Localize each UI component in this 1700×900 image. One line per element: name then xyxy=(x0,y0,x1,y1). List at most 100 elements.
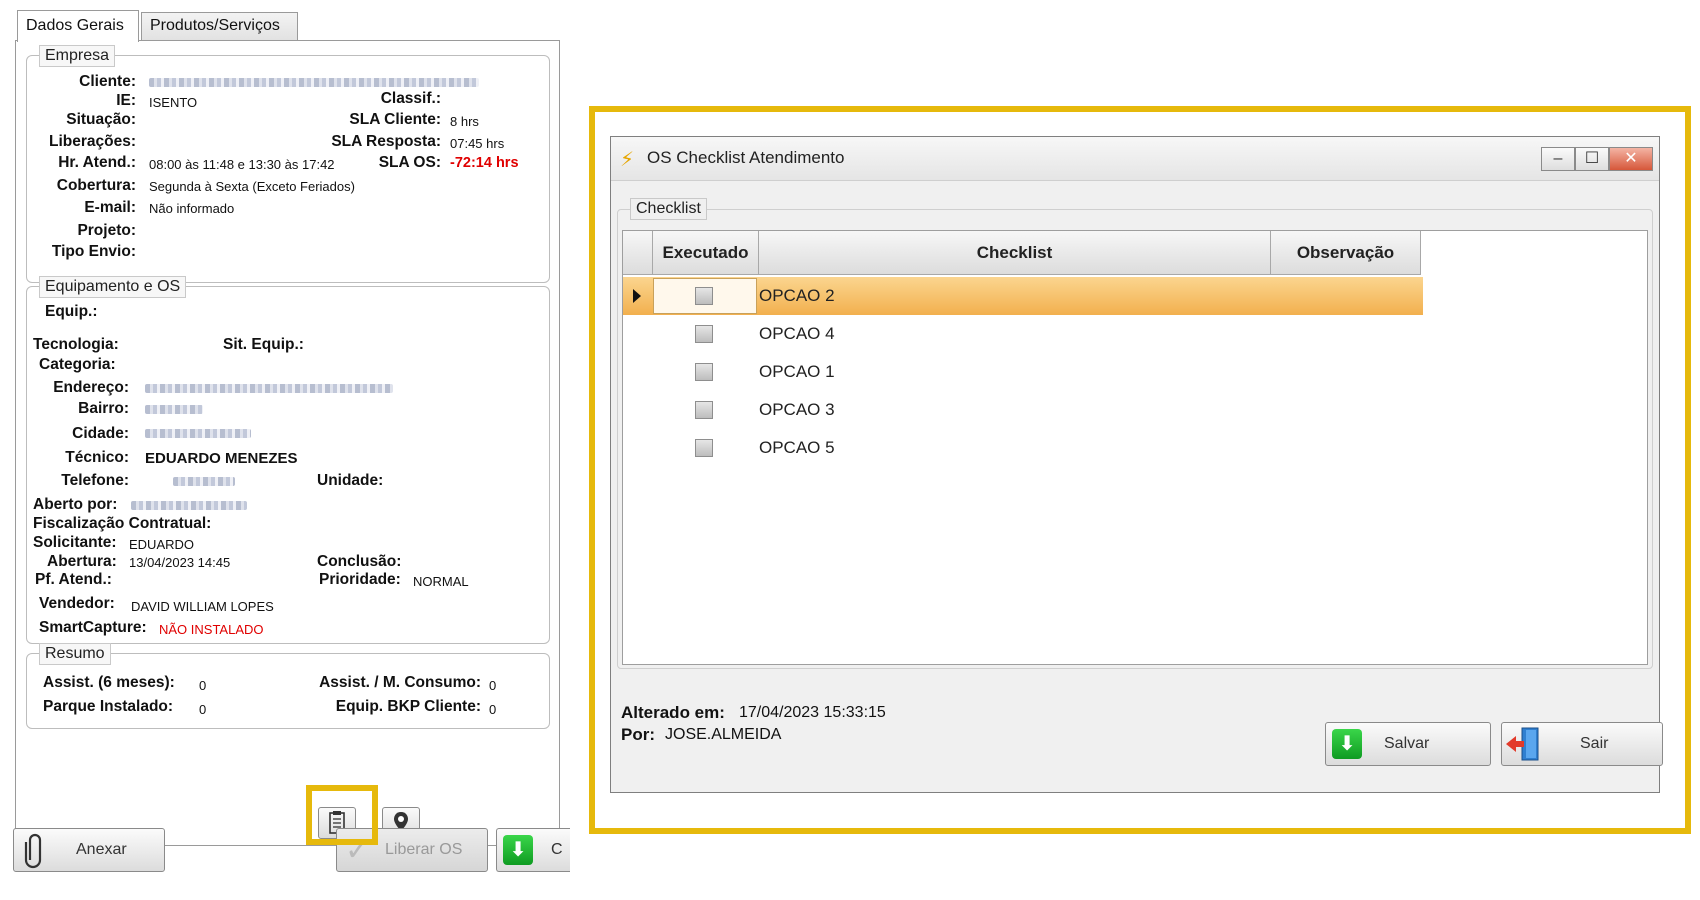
sla-os-label: SLA OS: xyxy=(378,154,441,171)
email-value: Não informado xyxy=(149,201,235,216)
hr-atend-label: Hr. Atend.: xyxy=(58,154,136,171)
checklist-group-title: Checklist xyxy=(630,198,707,220)
email-label: E-mail: xyxy=(84,199,136,216)
parque-label: Parque Instalado: xyxy=(43,698,174,715)
sit-equip-label: Sit. Equip.: xyxy=(223,336,304,353)
checklist-grid: Executado Checklist Observação OPCAO 2 O… xyxy=(622,230,1648,665)
table-row[interactable]: OPCAO 5 xyxy=(623,429,1423,467)
close-button[interactable]: ✕ xyxy=(1609,147,1653,171)
sla-resposta-value: 07:45 hrs xyxy=(450,136,505,151)
tab-dados-gerais[interactable]: Dados Gerais xyxy=(17,10,139,42)
checklist-dialog: ⚡ OS Checklist Atendimento – ☐ ✕ Checkli… xyxy=(610,136,1663,793)
liberar-os-label: Liberar OS xyxy=(385,841,463,858)
column-checklist[interactable]: Checklist xyxy=(759,231,1271,275)
parque-value: 0 xyxy=(199,702,207,717)
executado-checkbox[interactable] xyxy=(695,401,713,419)
categoria-label: Categoria: xyxy=(39,356,116,373)
executado-checkbox[interactable] xyxy=(695,363,713,381)
sla-cliente-label: SLA Cliente: xyxy=(349,111,441,128)
sla-os-value: -72:14 hrs xyxy=(450,155,519,171)
prioridade-label: Prioridade: xyxy=(319,571,401,588)
cobertura-value: Segunda à Sexta (Exceto Feriados) xyxy=(149,179,355,194)
tipo-envio-label: Tipo Envio: xyxy=(51,243,136,260)
table-row[interactable]: OPCAO 4 xyxy=(623,315,1423,353)
paperclip-icon xyxy=(24,833,42,869)
ie-label: IE: xyxy=(116,92,136,109)
alterado-label: Alterado em: xyxy=(621,703,725,722)
solicitante-value: EDUARDO xyxy=(129,537,195,552)
salvar-label: Salvar xyxy=(1384,735,1430,752)
dialog-title: OS Checklist Atendimento xyxy=(647,148,845,167)
executado-checkbox[interactable] xyxy=(695,325,713,343)
sair-label: Sair xyxy=(1580,735,1609,752)
empresa-group: Empresa Cliente: IE: ISENTO Classif.: Si… xyxy=(26,45,550,283)
sla-cliente-value: 8 hrs xyxy=(450,114,479,129)
checklist-item-label: OPCAO 1 xyxy=(759,362,835,381)
executado-checkbox[interactable] xyxy=(695,287,713,305)
table-row[interactable]: OPCAO 3 xyxy=(623,391,1423,429)
cliente-value-redacted xyxy=(149,78,479,87)
equipamento-group: Equipamento e OS Equip.: Tecnologia: Sit… xyxy=(26,276,550,644)
sair-button[interactable]: Sair xyxy=(1501,722,1663,766)
cobertura-label: Cobertura: xyxy=(56,177,136,194)
cidade-label: Cidade: xyxy=(72,425,129,442)
assist-consumo-label: Assist. / M. Consumo: xyxy=(319,674,481,691)
tab-content: Empresa Cliente: IE: ISENTO Classif.: Si… xyxy=(15,40,560,839)
dialog-titlebar[interactable]: ⚡ OS Checklist Atendimento – ☐ ✕ xyxy=(611,137,1659,181)
concluir-button[interactable]: ⬇ C xyxy=(496,828,570,872)
resumo-title: Resumo xyxy=(39,643,111,665)
table-row[interactable]: OPCAO 1 xyxy=(623,353,1423,391)
save-download-icon: ⬇ xyxy=(1332,729,1362,759)
assist-value: 0 xyxy=(199,678,207,693)
aberto-por-value-redacted xyxy=(131,501,247,510)
anexar-button[interactable]: Anexar xyxy=(13,828,165,872)
bkp-value: 0 xyxy=(489,702,497,717)
table-row[interactable]: OPCAO 2 xyxy=(623,277,1423,315)
conclusao-label: Conclusão: xyxy=(317,553,402,570)
alterado-value: 17/04/2023 15:33:15 xyxy=(739,704,886,721)
equip-label: Equip.: xyxy=(45,303,98,320)
tab-produtos-servicos[interactable]: Produtos/Serviços xyxy=(141,12,298,40)
maximize-button[interactable]: ☐ xyxy=(1575,147,1609,171)
bkp-label: Equip. BKP Cliente: xyxy=(335,698,481,715)
grid-row-header-corner xyxy=(623,231,653,275)
checklist-group: Checklist Executado Checklist Observação… xyxy=(617,198,1653,669)
por-label: Por: xyxy=(621,725,655,744)
prioridade-value: NORMAL xyxy=(413,574,469,589)
equipamento-title: Equipamento e OS xyxy=(39,276,187,298)
minimize-button[interactable]: – xyxy=(1541,147,1575,171)
column-executado[interactable]: Executado xyxy=(653,231,759,275)
tecnologia-label: Tecnologia: xyxy=(33,336,119,353)
assist-label: Assist. (6 meses): xyxy=(43,674,175,691)
vendedor-value: DAVID WILLIAM LOPES xyxy=(131,599,274,614)
column-observacao[interactable]: Observação xyxy=(1271,231,1421,275)
tecnico-value: EDUARDO MENEZES xyxy=(145,450,298,467)
sla-resposta-label: SLA Resposta: xyxy=(331,133,441,150)
resumo-group: Resumo Assist. (6 meses): 0 Assist. / M.… xyxy=(26,643,550,729)
abertura-value: 13/04/2023 14:45 xyxy=(129,555,231,570)
bairro-label: Bairro: xyxy=(78,400,129,417)
telefone-value-redacted xyxy=(173,477,235,486)
aberto-por-label: Aberto por: xyxy=(33,496,118,513)
ie-value: ISENTO xyxy=(149,95,198,110)
pf-atend-label: Pf. Atend.: xyxy=(35,571,112,588)
anexar-label: Anexar xyxy=(76,841,127,858)
solicitante-label: Solicitante: xyxy=(33,534,117,551)
smartcapture-label: SmartCapture: xyxy=(39,619,147,636)
liberacoes-label: Liberações: xyxy=(48,133,136,150)
situacao-label: Situação: xyxy=(66,111,136,128)
executado-checkbox[interactable] xyxy=(695,439,713,457)
endereco-label: Endereço: xyxy=(53,379,129,396)
telefone-label: Telefone: xyxy=(61,472,129,489)
fiscalizacao-label: Fiscalização Contratual: xyxy=(33,515,212,532)
endereco-value-redacted xyxy=(145,384,393,393)
hr-atend-value: 08:00 às 11:48 e 13:30 às 17:42 xyxy=(149,157,335,172)
assist-consumo-value: 0 xyxy=(489,678,497,693)
concluir-label-truncated: C xyxy=(551,841,563,858)
vendedor-label: Vendedor: xyxy=(39,595,115,612)
salvar-button[interactable]: ⬇ Salvar xyxy=(1325,722,1491,766)
checklist-item-label: OPCAO 2 xyxy=(759,286,835,305)
classif-label: Classif.: xyxy=(380,90,441,107)
abertura-label: Abertura: xyxy=(47,553,117,570)
os-details-panel: Dados Gerais Produtos/Serviços Empresa C… xyxy=(0,0,570,900)
